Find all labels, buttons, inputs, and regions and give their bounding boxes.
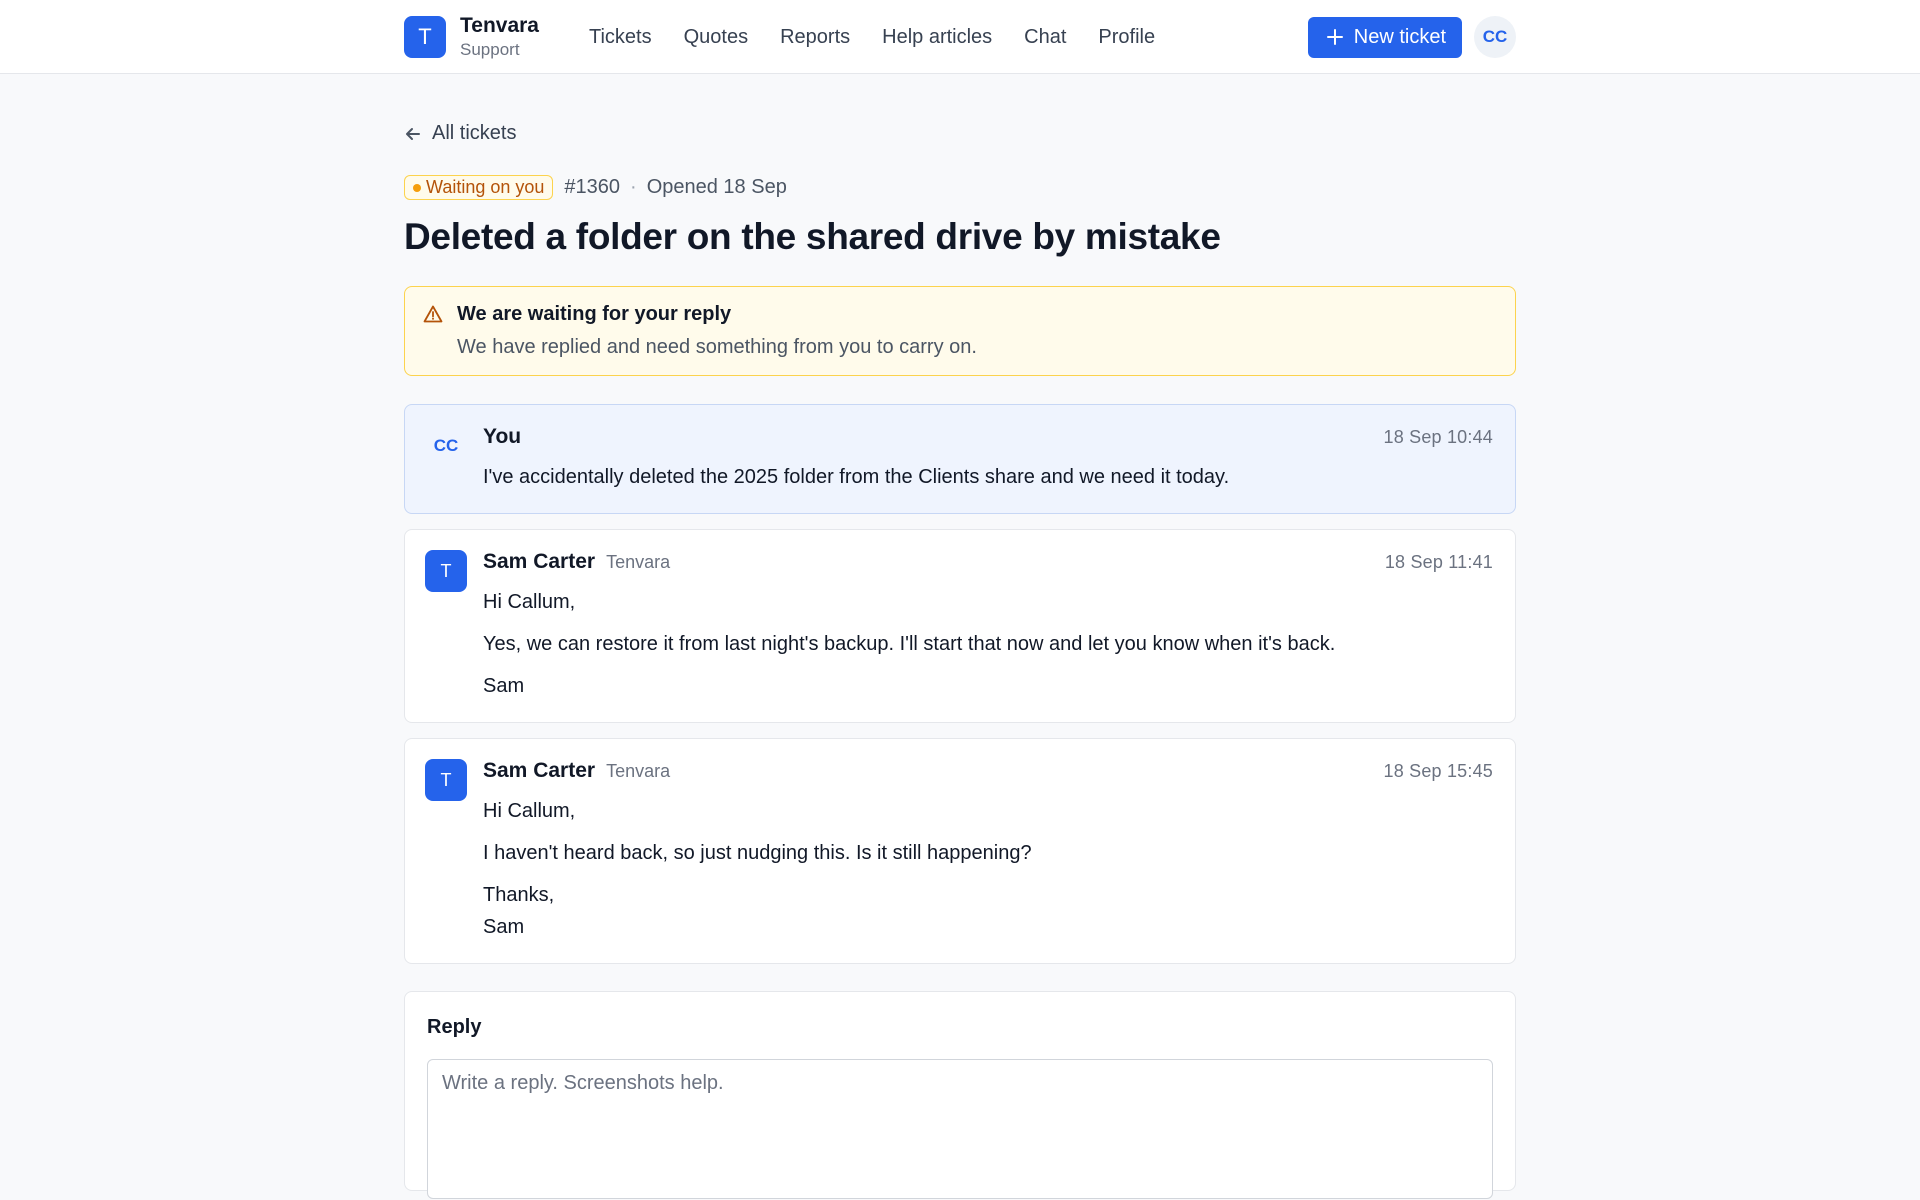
- message-text: I've accidentally deleted the 2025 folde…: [483, 466, 1230, 488]
- nav-chat[interactable]: Chat: [1024, 26, 1066, 49]
- avatar: T: [425, 759, 467, 801]
- alert-title: We are waiting for your reply: [457, 303, 732, 325]
- message-card: CC You 18 Sep 10:44 I've accidentally de…: [404, 404, 1516, 514]
- ticket-meta: Waiting on you #1360 · Opened 18 Sep: [404, 175, 1516, 200]
- status-badge: Waiting on you: [404, 175, 554, 200]
- status-label: Waiting on you: [426, 177, 545, 197]
- brand-logo: T: [404, 16, 446, 58]
- status-dot: [413, 183, 421, 192]
- main-nav: Tickets Quotes Reports Help articles Cha…: [589, 26, 1187, 49]
- message-time: 18 Sep 11:41: [1384, 552, 1493, 572]
- alert-text: We have replied and need something from …: [457, 336, 977, 358]
- message-text: Hi Callum,: [483, 591, 576, 613]
- reply-label: Reply: [427, 1016, 482, 1038]
- message-author: You: [483, 425, 522, 448]
- message-time: 18 Sep 10:44: [1383, 427, 1493, 447]
- avatar: CC: [433, 436, 459, 455]
- reply-textarea[interactable]: [427, 1059, 1493, 1199]
- meta-separator: ·: [630, 176, 637, 198]
- message-text: Sam: [483, 675, 525, 697]
- arrow-left-icon: [404, 125, 422, 143]
- warning-triangle-icon: [423, 303, 443, 359]
- new-ticket-label: New ticket: [1353, 25, 1446, 48]
- opened-date: Opened 18 Sep: [646, 176, 787, 198]
- message-author: Sam Carter: [483, 550, 596, 573]
- message-card: T Sam Carter Tenvara 18 Sep 11:41 Hi Cal…: [404, 529, 1516, 723]
- ticket-page: All tickets Waiting on you #1360 · Opene…: [404, 74, 1516, 1199]
- message-time: 18 Sep 15:45: [1383, 761, 1493, 781]
- nav-quotes[interactable]: Quotes: [684, 26, 748, 49]
- brand-name: Tenvara: [460, 14, 539, 37]
- message-text: I haven't heard back, so just nudging th…: [483, 842, 1032, 864]
- message-text: Sam: [483, 916, 525, 938]
- message-text: Hi Callum,: [483, 800, 576, 822]
- brand[interactable]: T Tenvara Support: [404, 13, 539, 61]
- brand-subtitle: Support: [460, 40, 520, 59]
- message-text: Thanks,: [483, 884, 555, 906]
- waiting-alert: We are waiting for your reply We have re…: [404, 286, 1516, 376]
- message-text: Yes, we can restore it from last night's…: [483, 633, 1336, 655]
- message-card: T Sam Carter Tenvara 18 Sep 15:45 Hi Cal…: [404, 738, 1516, 964]
- reply-card: Reply: [404, 991, 1516, 1199]
- top-bar: T Tenvara Support Tickets Quotes Reports…: [0, 0, 1920, 74]
- nav-help-articles[interactable]: Help articles: [882, 26, 992, 49]
- message-org: Tenvara: [606, 761, 671, 781]
- message-author: Sam Carter: [483, 759, 596, 782]
- nav-tickets[interactable]: Tickets: [589, 26, 652, 49]
- new-ticket-button[interactable]: New ticket: [1307, 16, 1462, 58]
- nav-reports[interactable]: Reports: [780, 26, 850, 49]
- back-link-label: All tickets: [432, 122, 517, 144]
- plus-icon: [1326, 24, 1344, 50]
- user-avatar[interactable]: CC: [1474, 16, 1516, 58]
- nav-profile[interactable]: Profile: [1098, 26, 1155, 49]
- back-to-all-tickets-link[interactable]: All tickets: [404, 122, 1516, 145]
- avatar: T: [425, 550, 467, 592]
- message-org: Tenvara: [606, 552, 671, 572]
- ticket-id: #1360: [564, 176, 621, 198]
- page-title: Deleted a folder on the shared drive by …: [404, 216, 1221, 257]
